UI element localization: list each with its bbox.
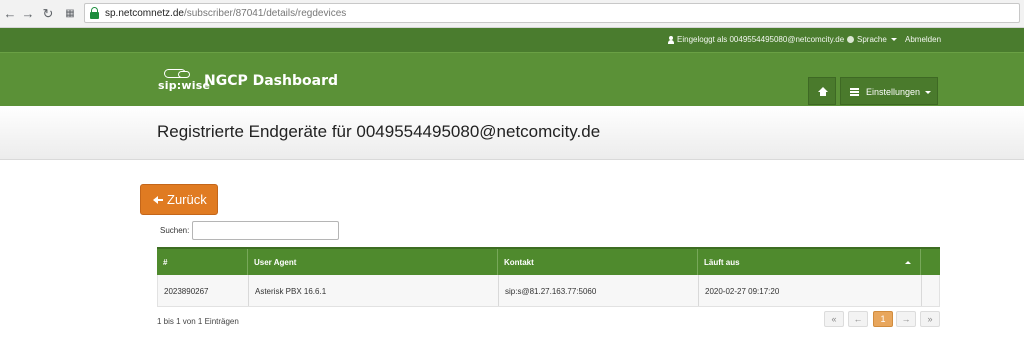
logo-word: sip:wise: [158, 79, 211, 92]
table-header: # User Agent Kontakt Läuft aus: [157, 247, 940, 275]
pager-prev-button[interactable]: ←: [848, 311, 868, 327]
table-row[interactable]: 2023890267 Asterisk PBX 16.6.1 sip:s@81.…: [157, 275, 940, 307]
page-title-band: Registrierte Endgeräte für 0049554495080…: [0, 106, 1024, 160]
address-bar[interactable]: sp.netcomnetz.de/subscriber/87041/detail…: [84, 3, 1020, 23]
user-icon: [668, 36, 674, 44]
url-path: /subscriber/87041/details/regdevices: [183, 8, 347, 19]
main-header: sip:wise NGCP Dashboard Einstellungen: [0, 52, 1024, 106]
cell-actions: [922, 275, 939, 306]
pager-first-button[interactable]: «: [824, 311, 844, 327]
sipwise-logo[interactable]: sip:wise: [158, 69, 210, 93]
registered-devices-table: # User Agent Kontakt Läuft aus 202389026…: [157, 247, 940, 307]
arrow-left-icon: [153, 195, 163, 205]
settings-menu-button[interactable]: Einstellungen: [840, 77, 938, 105]
language-label: Sprache: [857, 35, 887, 44]
back-button[interactable]: Zurück: [140, 184, 218, 215]
column-header-actions: [921, 249, 940, 275]
logout-link[interactable]: Abmelden: [905, 35, 941, 45]
search-label: Suchen:: [160, 226, 190, 235]
caret-down-icon: [890, 38, 897, 42]
sort-asc-icon: [905, 261, 911, 264]
home-button[interactable]: [808, 77, 836, 105]
url-domain: sp.netcomnetz.de: [105, 8, 184, 19]
back-nav-icon[interactable]: ←: [2, 6, 18, 22]
page-title: Registrierte Endgeräte für 0049554495080…: [157, 122, 601, 141]
column-header-contact[interactable]: Kontakt: [498, 249, 698, 275]
forward-nav-icon[interactable]: →: [20, 6, 36, 22]
top-bar: Eingeloggt als 0049554495080@netcomcity.…: [0, 28, 1024, 52]
table-info: 1 bis 1 von 1 Einträgen: [157, 317, 239, 326]
caret-down-icon: [925, 91, 931, 94]
url-text: sp.netcomnetz.de/subscriber/87041/detail…: [105, 7, 346, 20]
brand-title[interactable]: NGCP Dashboard: [204, 73, 338, 89]
cell-id: 2023890267: [158, 275, 249, 306]
pager-page-1-button[interactable]: 1: [873, 311, 893, 327]
search-input[interactable]: [192, 221, 339, 240]
pager-next-button[interactable]: →: [896, 311, 916, 327]
cell-contact: sip:s@81.27.163.77:5060: [499, 275, 699, 306]
cell-expires: 2020-02-27 09:17:20: [699, 275, 922, 306]
reload-icon[interactable]: ↻: [40, 6, 56, 22]
column-header-id[interactable]: #: [157, 249, 248, 275]
column-header-user-agent[interactable]: User Agent: [248, 249, 498, 275]
logged-in-text: Eingeloggt als 0049554495080@netcomcity.…: [677, 35, 845, 44]
cell-user-agent: Asterisk PBX 16.6.1: [249, 275, 499, 306]
column-header-expires[interactable]: Läuft aus: [698, 249, 921, 275]
apps-grid-icon[interactable]: ▦: [62, 6, 78, 22]
list-icon: [850, 88, 859, 96]
pager-last-button[interactable]: »: [920, 311, 940, 327]
browser-toolbar: ← → ↻ ▦ sp.netcomnetz.de/subscriber/8704…: [0, 0, 1024, 28]
settings-label: Einstellungen: [866, 87, 921, 97]
globe-icon: [847, 36, 854, 43]
lock-icon: [90, 7, 99, 19]
home-icon: [818, 87, 828, 96]
back-label: Zurück: [167, 192, 207, 207]
language-menu[interactable]: Sprache: [857, 35, 897, 45]
